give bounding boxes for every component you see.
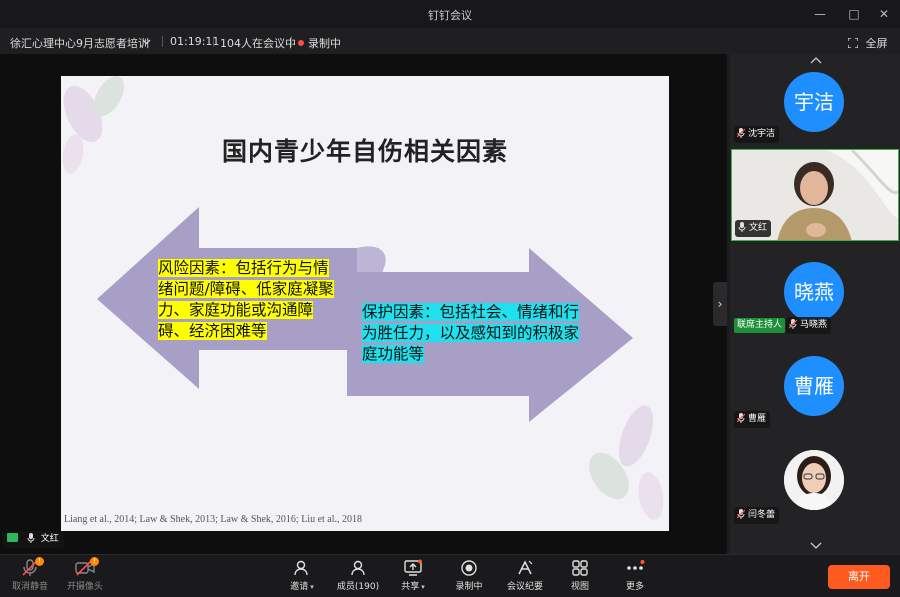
participants-panel: 宇洁 沈宇洁 文红 晓燕 联席主持人 马晓燕 曹雁 曹雁 闫冬蕾 <box>730 54 900 554</box>
participant-tile[interactable]: 宇洁 沈宇洁 <box>730 68 900 146</box>
participant-photo-avatar <box>784 450 844 510</box>
shared-screen: 国内青少年自伤相关因素 风险因素：包括行为与情绪问题/障碍、低家庭凝聚力、家庭功… <box>0 54 727 554</box>
mic-muted-icon <box>737 413 748 424</box>
warning-badge-icon: ! <box>35 557 44 566</box>
meeting-info-bar: 徐汇心理中心9月志愿者培训 01:19:11 104人在会议中 录制中 全屏 <box>0 28 900 54</box>
recording-status: 录制中 <box>298 35 341 51</box>
scroll-up-icon[interactable] <box>808 56 824 66</box>
warning-badge-icon: ! <box>90 557 99 566</box>
slide-citation: Liang et al., 2014; Law & Shek, 2013; La… <box>64 514 363 525</box>
mic-muted-icon <box>737 128 748 139</box>
unmute-button[interactable]: ! 取消静音 <box>5 557 55 592</box>
meeting-minutes-button[interactable]: 会议纪要 <box>500 559 550 592</box>
camera-button[interactable]: ! 开摄像头 <box>60 557 110 592</box>
meeting-toolbar: ! 取消静音 ! 开摄像头 邀请 ▾ 成员(190) 共享 ▾ 录制中 会议纪要… <box>0 554 900 597</box>
leave-button[interactable]: 离开 <box>828 565 890 589</box>
slide-title: 国内青少年自伤相关因素 <box>221 137 508 166</box>
camera-off-icon: ! <box>60 557 110 577</box>
participant-nametag: 沈宇洁 <box>734 126 780 143</box>
active-speaker-tag: 文红 <box>2 531 64 548</box>
meeting-window: 钉钉会议 — □ ✕ 徐汇心理中心9月志愿者培训 01:19:11 104人在会… <box>0 0 900 597</box>
share-button[interactable]: 共享 ▾ <box>388 559 438 592</box>
view-button[interactable]: 视图 <box>555 559 605 592</box>
invite-icon <box>277 559 327 577</box>
participant-avatar: 曹雁 <box>784 356 844 416</box>
close-icon[interactable]: ✕ <box>876 6 892 22</box>
maximize-icon[interactable]: □ <box>846 6 862 22</box>
fullscreen-button[interactable]: 全屏 <box>847 35 888 51</box>
participant-avatar: 晓燕 <box>784 262 844 322</box>
participant-avatar: 宇洁 <box>784 72 844 132</box>
protective-factors-text: 保护因素：包括社会、情绪和行为胜任力，以及感知到的积极家庭功能等 <box>362 303 580 363</box>
invite-button[interactable]: 邀请 ▾ <box>277 559 327 592</box>
expand-panel-button[interactable]: › <box>713 282 727 326</box>
screen-share-icon <box>7 533 18 542</box>
grid-view-icon <box>555 559 605 577</box>
participant-tile[interactable]: 晓燕 联席主持人 马晓燕 <box>730 252 900 338</box>
title-bar: 钉钉会议 — □ ✕ <box>0 0 900 28</box>
members-icon <box>332 559 384 577</box>
more-dots-icon <box>610 559 660 577</box>
participant-nametag: 马晓燕 <box>786 317 832 334</box>
presentation-slide: 国内青少年自伤相关因素 风险因素：包括行为与情绪问题/障碍、低家庭凝聚力、家庭功… <box>61 76 669 531</box>
share-screen-icon <box>388 559 438 577</box>
meeting-name[interactable]: 徐汇心理中心9月志愿者培训 <box>10 35 149 51</box>
more-button[interactable]: 更多 <box>610 559 660 592</box>
participant-tile[interactable]: 闫冬蕾 <box>730 440 900 532</box>
participant-tile[interactable]: 曹雁 曹雁 <box>730 346 900 432</box>
participant-nametag: 闫冬蕾 <box>734 507 780 524</box>
record-icon <box>444 559 494 577</box>
members-button[interactable]: 成员(190) <box>332 559 384 592</box>
mic-icon <box>738 222 749 233</box>
mic-muted-icon <box>737 509 748 520</box>
cohost-badge: 联席主持人 <box>734 318 786 333</box>
fullscreen-icon <box>847 37 862 50</box>
app-title: 钉钉会议 <box>428 9 472 22</box>
mic-muted-icon <box>789 319 800 330</box>
participant-nametag: 曹雁 <box>734 411 771 428</box>
recording-button[interactable]: 录制中 <box>444 559 494 592</box>
chevron-down-icon[interactable] <box>142 35 151 48</box>
record-dot-icon <box>298 40 304 46</box>
participant-video-tile[interactable]: 文红 <box>731 149 899 241</box>
participant-nametag: 文红 <box>735 220 772 237</box>
risk-factors-text: 风险因素：包括行为与情绪问题/障碍、低家庭凝聚力、家庭功能或沟通障碍、经济困难等 <box>158 259 334 340</box>
attendee-count[interactable]: 104人在会议中 <box>220 35 296 51</box>
scroll-down-icon[interactable] <box>808 541 824 551</box>
ai-minutes-icon <box>500 559 550 577</box>
elapsed-time: 01:19:11 <box>170 35 220 48</box>
mic-muted-icon: ! <box>5 557 55 577</box>
mic-icon <box>27 533 41 544</box>
minimize-icon[interactable]: — <box>812 6 828 22</box>
